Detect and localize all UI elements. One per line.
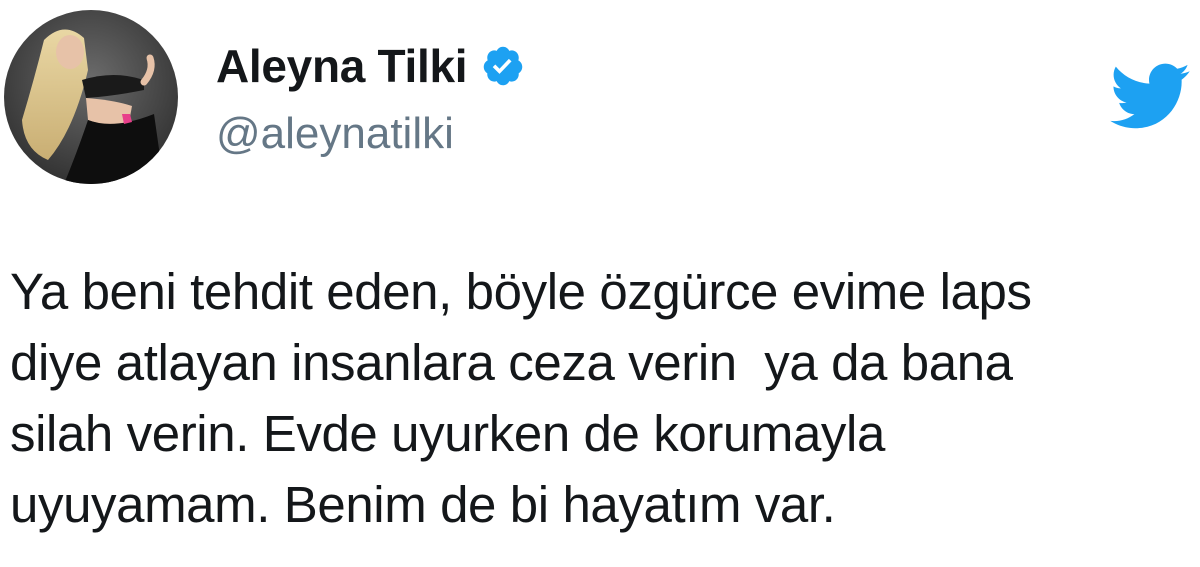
tweet-line: diye atlayan insanlara ceza verin ya da … [10, 334, 1013, 391]
twitter-bird-icon[interactable] [1100, 54, 1198, 138]
display-name[interactable]: Aleyna Tilki [216, 40, 468, 92]
tweet-line: uyuyamam. Benim de bi hayatım var. [10, 476, 836, 533]
profile-avatar[interactable] [4, 10, 178, 184]
verified-badge-icon [483, 46, 523, 86]
user-handle[interactable]: @aleynatilki [216, 108, 454, 160]
tweet-text: Ya beni tehdit eden, böyle özgürce evime… [10, 256, 1190, 540]
tweet-line: Ya beni tehdit eden, böyle özgürce evime… [10, 263, 1032, 320]
tweet-line: silah verin. Evde uyurken de korumayla [10, 405, 885, 462]
name-row: Aleyna Tilki [216, 40, 525, 92]
